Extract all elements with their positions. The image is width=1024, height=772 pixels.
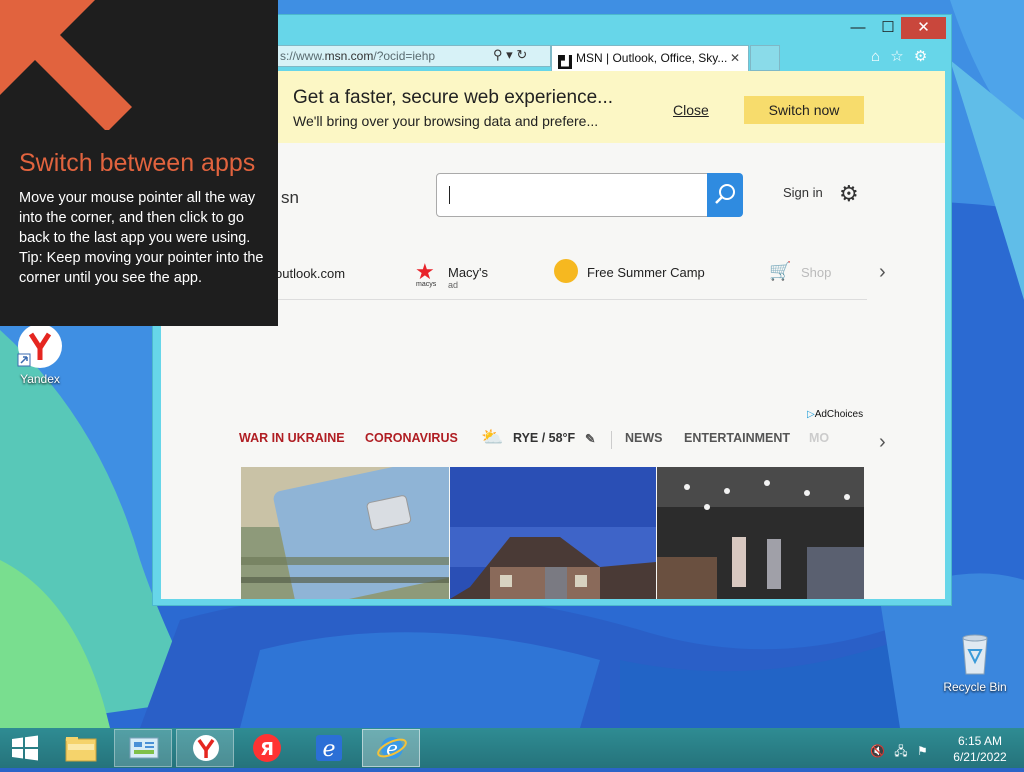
msn-logo[interactable]: sn (281, 188, 299, 208)
page-content: Get a faster, secure web experience... W… (161, 71, 945, 599)
notification-title: Get a faster, secure web experience... (293, 87, 614, 108)
desktop-icon-yandex[interactable]: Yandex (0, 322, 80, 386)
quicklink-macys[interactable]: Macy's ad (448, 265, 488, 290)
network-icon[interactable]: 🖧 (894, 744, 907, 758)
text-caret (449, 186, 450, 204)
adchoices-icon: ▷ (807, 409, 815, 420)
folder-icon (65, 737, 97, 762)
news-tile-credit-card[interactable] (241, 467, 449, 599)
search-button[interactable] (707, 173, 743, 217)
recycle-bin-icon (951, 630, 999, 678)
taskbar: Я e e 🔇 🖧 ⚑ 6:15 AM 6/21/2022 (0, 728, 1024, 768)
windows-logo-icon (12, 735, 38, 761)
sign-in-link[interactable]: Sign in (783, 185, 823, 200)
address-bar-icons: ⚲ ▾ ↻ (493, 47, 527, 63)
switch-apps-tip: Switch between apps Move your mouse poin… (0, 0, 278, 326)
address-path: /?ocid=iehp (373, 49, 436, 63)
desktop-icon-label: Yandex (20, 372, 60, 386)
taskbar-yandex[interactable]: Я (238, 729, 296, 767)
quicklink-summer-camp[interactable]: Free Summer Camp (587, 265, 705, 280)
chevron-right-icon[interactable]: › (879, 431, 886, 454)
close-button[interactable]: ✕ (901, 17, 946, 39)
adchoices-label: AdChoices (814, 409, 864, 420)
notification-subtitle: We'll bring over your browsing data and … (293, 113, 599, 129)
news-tile-house[interactable] (450, 467, 656, 599)
taskbar-internet-explorer[interactable]: e (300, 729, 358, 767)
quicklink-label: Macy's (448, 265, 489, 280)
ad-label: ad (448, 280, 459, 290)
gear-icon[interactable]: ⚙ (839, 181, 859, 207)
internet-explorer-icon: e (316, 735, 342, 762)
start-button[interactable] (0, 729, 50, 767)
nav-more[interactable]: MO (809, 431, 829, 445)
corner-arrow-icon (0, 0, 132, 130)
chevron-right-icon[interactable]: › (879, 261, 886, 284)
system-clock[interactable]: 6:15 AM 6/21/2022 (948, 733, 1012, 765)
taskbar-file-explorer[interactable] (52, 729, 110, 767)
partly-sunny-icon: ⛅ (481, 427, 504, 447)
home-icon[interactable]: ⌂ (871, 48, 880, 65)
tab-msn[interactable]: ▟ MSN | Outlook, Office, Sky... ✕ (551, 45, 749, 71)
store-interior-image (657, 467, 864, 599)
nav-weather[interactable]: RYE / 58°F (513, 431, 575, 445)
internet-explorer-icon: e (377, 736, 407, 760)
yandex-browser-icon (193, 735, 219, 761)
clock-date: 6/21/2022 (953, 750, 1007, 764)
tip-body: Move your mouse pointer all the way into… (19, 188, 265, 288)
quicklink-outlook[interactable]: outlook.com (275, 266, 345, 281)
edge-notification-bar: Get a faster, secure web experience... W… (161, 71, 945, 143)
nav-entertainment[interactable]: ENTERTAINMENT (684, 431, 790, 445)
tab-close-icon[interactable]: ✕ (730, 46, 740, 70)
system-tray: 🔇 🖧 ⚑ (870, 742, 934, 763)
sun-sunglasses-icon[interactable] (554, 259, 578, 283)
svg-text:Я: Я (260, 739, 274, 760)
refresh-icon[interactable]: ↻ (516, 47, 527, 62)
browser-toolbar-icons: ⌂ ☆ ⚙ (871, 47, 933, 65)
taskbar-yandex-browser[interactable] (176, 729, 234, 767)
switch-now-button[interactable]: Switch now (744, 96, 864, 124)
yandex-icon (16, 322, 64, 370)
credit-card-image (241, 467, 449, 599)
news-nav-bar: WAR IN UKRAINE CORONAVIRUS ⛅ RYE / 58°F … (239, 427, 867, 455)
macys-logo-text: macys (416, 281, 437, 288)
quicklink-shop[interactable]: Shop (801, 265, 831, 280)
clock-time: 6:15 AM (957, 734, 1003, 748)
address-domain: msn.com (324, 49, 374, 63)
tip-instruction: Move your mouse pointer all the way into… (19, 190, 256, 246)
new-tab-button[interactable] (750, 45, 780, 71)
msn-favicon-icon: ▟ (558, 55, 572, 69)
pencil-icon[interactable]: ✎ (585, 431, 595, 446)
nav-divider (611, 431, 612, 449)
tools-icon[interactable]: ⚙ (914, 48, 927, 65)
taskbar-internet-explorer-active[interactable]: e (362, 729, 420, 767)
tip-hint: Tip: Keep moving your pointer into the c… (19, 250, 264, 286)
desktop-icon-recycle-bin[interactable]: Recycle Bin (935, 630, 1015, 694)
volume-muted-icon[interactable]: 🔇 (870, 744, 885, 758)
dropdown-icon[interactable]: ▾ (506, 47, 513, 62)
address-prefix: s://www. (280, 49, 325, 63)
svg-text:e: e (322, 737, 335, 762)
shopping-cart-icon[interactable]: 🛒 (769, 261, 791, 282)
house-image (450, 467, 656, 599)
notification-close-link[interactable]: Close (673, 102, 709, 118)
tip-title: Switch between apps (19, 149, 256, 177)
search-icon[interactable]: ⚲ (493, 47, 503, 62)
yandex-ya-icon: Я (253, 734, 281, 762)
nav-coronavirus[interactable]: CORONAVIRUS (365, 431, 458, 445)
nav-news[interactable]: NEWS (625, 431, 663, 445)
favorites-icon[interactable]: ☆ (890, 48, 903, 65)
action-center-icon[interactable]: ⚑ (917, 744, 928, 758)
search-input[interactable] (436, 173, 742, 217)
tab-title: MSN | Outlook, Office, Sky... (576, 51, 728, 65)
adchoices-link[interactable]: ▷AdChoices (807, 409, 863, 420)
taskbar-control-panel[interactable] (114, 729, 172, 767)
control-panel-icon (129, 737, 159, 759)
search-icon (715, 184, 735, 204)
nav-war-in-ukraine[interactable]: WAR IN UKRAINE (239, 431, 345, 445)
desktop-icon-label: Recycle Bin (943, 680, 1007, 694)
maximize-button[interactable]: ☐ (873, 17, 903, 39)
news-tile-store[interactable] (657, 467, 864, 599)
minimize-button[interactable]: — (843, 17, 873, 39)
